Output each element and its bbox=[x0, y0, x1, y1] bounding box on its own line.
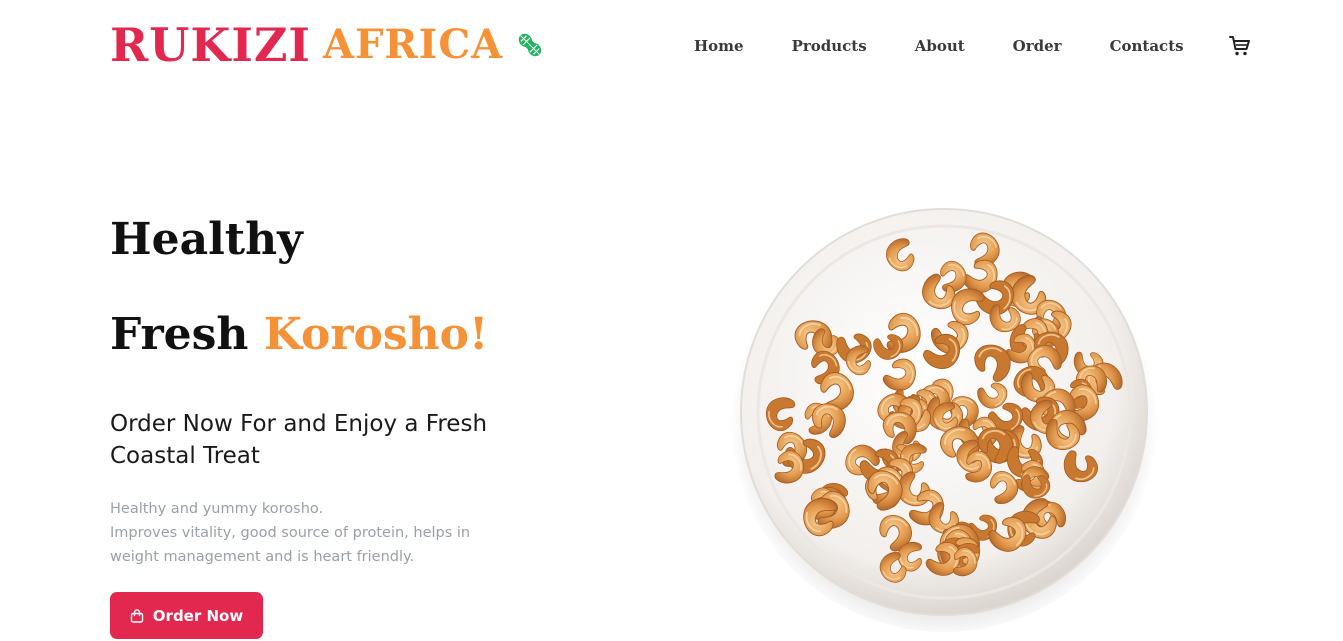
brand-name-part2: AFRICA bbox=[322, 21, 504, 68]
brand-logo[interactable]: RUKIZI AFRICA bbox=[110, 18, 547, 72]
brand-name-part1: RUKIZI bbox=[110, 18, 311, 72]
cashew-plate-image bbox=[722, 200, 1162, 640]
main-nav: Home Products About Order Contacts bbox=[694, 34, 1252, 58]
hero-title-accent: Korosho! bbox=[263, 309, 489, 360]
nav-link-products[interactable]: Products bbox=[792, 37, 867, 55]
nav-link-order[interactable]: Order bbox=[1013, 37, 1062, 55]
nav-link-about[interactable]: About bbox=[915, 37, 965, 55]
nav-link-contacts[interactable]: Contacts bbox=[1110, 37, 1184, 55]
hero-subtitle: Order Now For and Enjoy a Fresh Coastal … bbox=[110, 411, 488, 469]
hero-description-line2: Improves vitality, good source of protei… bbox=[110, 525, 471, 565]
nav-link-home[interactable]: Home bbox=[694, 37, 744, 55]
peanut-icon bbox=[519, 33, 542, 57]
hero-title-line2: Fresh Korosho! bbox=[110, 313, 488, 357]
hero-title-line1: Healthy bbox=[110, 214, 303, 265]
cart-icon[interactable] bbox=[1228, 34, 1252, 58]
hero-description: Healthy and yummy korosho. Improves vita… bbox=[110, 497, 490, 569]
site-header: RUKIZI AFRICA Home Products About Order … bbox=[0, 0, 1343, 90]
shopping-bag-icon bbox=[130, 608, 143, 623]
hero-title-plain: Fresh bbox=[110, 309, 249, 360]
hero-description-line1: Healthy and yummy korosho. bbox=[110, 501, 324, 517]
order-now-button[interactable]: Order Now bbox=[110, 592, 263, 639]
order-now-label: Order Now bbox=[152, 606, 244, 625]
